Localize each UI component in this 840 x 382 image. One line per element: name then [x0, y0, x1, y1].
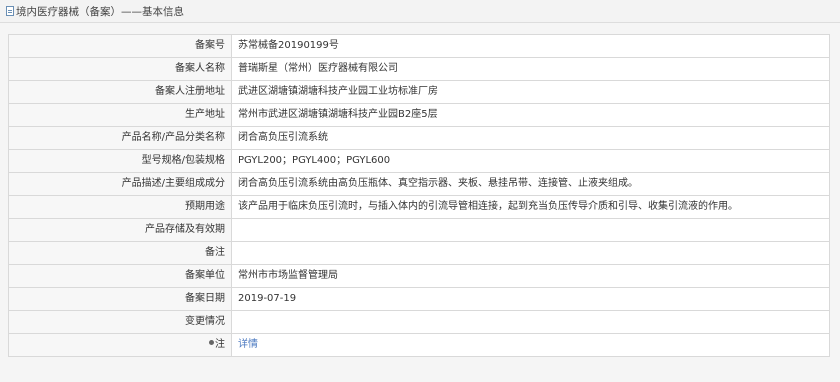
row-value: PGYL200；PGYL400；PGYL600	[231, 149, 830, 173]
table-row: 产品描述/主要组成成分 闭合高负压引流系统由高负压瓶体、真空指示器、夹板、悬挂吊带…	[8, 172, 830, 196]
row-value: 常州市武进区湖塘镇湖塘科技产业园B2座5层	[231, 103, 830, 127]
info-table: 备案号 苏常械备20190199号 备案人名称 普瑞斯星（常州）医疗器械有限公司 备…	[8, 34, 830, 357]
header-bar: 境内医疗器械（备案）——基本信息	[0, 0, 840, 23]
row-label: 备案号	[8, 34, 232, 58]
table-row: 生产地址 常州市武进区湖塘镇湖塘科技产业园B2座5层	[8, 103, 830, 127]
table-row: 产品名称/产品分类名称 闭合高负压引流系统	[8, 126, 830, 150]
table-row: 备案人注册地址 武进区湖塘镇湖塘科技产业园工业坊标准厂房	[8, 80, 830, 104]
row-label: 备案人注册地址	[8, 80, 232, 104]
row-value: 2019-07-19	[231, 287, 830, 311]
title-main: 境内医疗器械（备案）	[16, 6, 121, 18]
table-row: 变更情况	[8, 310, 830, 334]
table-row: 产品存储及有效期	[8, 218, 830, 242]
row-value: 苏常械备20190199号	[231, 34, 830, 58]
row-label: 变更情况	[8, 310, 232, 334]
row-label: 备案日期	[8, 287, 232, 311]
table-row: 备案人名称 普瑞斯星（常州）医疗器械有限公司	[8, 57, 830, 81]
row-label: 型号规格/包装规格	[8, 149, 232, 173]
row-value: 闭合高负压引流系统	[231, 126, 830, 150]
row-value: 闭合高负压引流系统由高负压瓶体、真空指示器、夹板、悬挂吊带、连接管、止液夹组成。	[231, 172, 830, 196]
row-label: 备案单位	[8, 264, 232, 288]
table-row: 备案单位 常州市市场监督管理局	[8, 264, 830, 288]
row-value	[231, 218, 830, 242]
pin-icon	[209, 340, 214, 345]
table-row: 备案号 苏常械备20190199号	[8, 34, 830, 58]
table-row: 预期用途 该产品用于临床负压引流时，与插入体内的引流导管相连接，起到充当负压传导介…	[8, 195, 830, 219]
row-label: 生产地址	[8, 103, 232, 127]
title-sub: ——基本信息	[121, 6, 184, 18]
row-value: 详情	[231, 333, 830, 357]
row-label: 注	[8, 333, 232, 357]
row-label: 备案人名称	[8, 57, 232, 81]
row-value: 该产品用于临床负压引流时，与插入体内的引流导管相连接，起到充当负压传导介质和引导…	[231, 195, 830, 219]
table-row: 备案日期 2019-07-19	[8, 287, 830, 311]
content-panel: 备案号 苏常械备20190199号 备案人名称 普瑞斯星（常州）医疗器械有限公司 备…	[0, 23, 840, 382]
row-label: 产品名称/产品分类名称	[8, 126, 232, 150]
row-label: 预期用途	[8, 195, 232, 219]
row-value	[231, 310, 830, 334]
note-label: 注	[215, 339, 225, 350]
row-value: 常州市市场监督管理局	[231, 264, 830, 288]
row-value	[231, 241, 830, 265]
table-row: 注 详情	[8, 333, 830, 357]
row-value: 武进区湖塘镇湖塘科技产业园工业坊标准厂房	[231, 80, 830, 104]
table-row: 备注	[8, 241, 830, 265]
row-label: 产品描述/主要组成成分	[8, 172, 232, 196]
page-title: 境内医疗器械（备案）——基本信息	[6, 5, 184, 19]
row-label: 备注	[8, 241, 232, 265]
document-icon	[6, 6, 14, 16]
row-label: 产品存储及有效期	[8, 218, 232, 242]
table-row: 型号规格/包装规格 PGYL200；PGYL400；PGYL600	[8, 149, 830, 173]
details-link[interactable]: 详情	[238, 339, 258, 350]
row-value: 普瑞斯星（常州）医疗器械有限公司	[231, 57, 830, 81]
